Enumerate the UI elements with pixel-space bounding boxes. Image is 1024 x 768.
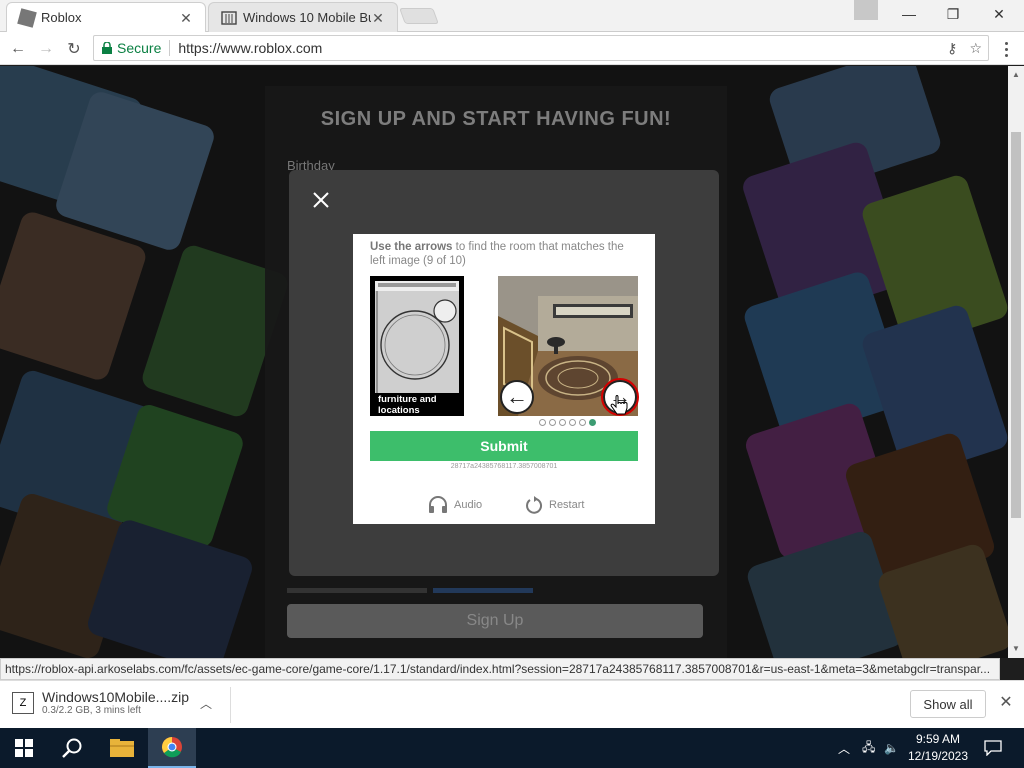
captcha-instruction: Use the arrows to find the room that mat… (370, 240, 642, 268)
progress-dot (579, 419, 586, 426)
tab-label: Roblox (41, 10, 82, 25)
hand-cursor-icon (610, 395, 628, 415)
rug-outline-image (375, 281, 459, 393)
lock-icon (102, 42, 112, 54)
chrome-taskbar-button[interactable] (148, 728, 196, 768)
download-item[interactable]: Z Windows10Mobile....zip 0.3/2.2 GB, 3 m… (12, 689, 189, 716)
close-download-bar-icon[interactable]: ✕ (998, 695, 1014, 711)
menu-icon[interactable] (998, 37, 1014, 61)
captcha-frame: Use the arrows to find the room that mat… (353, 234, 655, 524)
chevron-up-icon[interactable]: ︿ (200, 695, 214, 711)
divider (169, 40, 171, 56)
taskbar-clock[interactable]: 9:59 AM 12/19/2023 (900, 731, 976, 765)
search-button[interactable] (48, 728, 96, 768)
tab-label: Windows 10 Mobile Buil (243, 10, 371, 25)
headphones-icon (429, 496, 447, 513)
submit-button[interactable]: Submit (370, 431, 638, 461)
tab-strip: Roblox ✕ Windows 10 Mobile Buil ✕ — ❐ ✕ (0, 0, 1024, 32)
sign-up-button[interactable]: Sign Up (287, 604, 703, 638)
session-id: 28717a24385768117.3857008701 (450, 463, 558, 470)
reference-image: furniture and locations (370, 276, 464, 416)
download-progress: 0.3/2.2 GB, 3 mins left (42, 705, 141, 716)
close-tab-icon[interactable]: ✕ (179, 11, 193, 25)
restart-icon (526, 496, 543, 514)
progress-dots (539, 419, 596, 426)
browser-toolbar: ← → ↻ Secure https://www.roblox.com ⚷ ☆ (0, 32, 1024, 65)
tab-windows-10-mobile[interactable]: Windows 10 Mobile Buil ✕ (208, 2, 398, 32)
clock-date: 12/19/2023 (907, 749, 969, 763)
search-icon (62, 738, 82, 758)
folder-icon (110, 739, 134, 757)
show-all-button[interactable]: Show all (910, 690, 986, 718)
bookmark-star-icon[interactable]: ☆ (969, 40, 982, 57)
scrollbar-thumb[interactable] (1011, 132, 1021, 518)
audio-label: Audio (454, 499, 483, 511)
roblox-favicon-icon (17, 7, 37, 28)
previous-arrow-button[interactable]: ← (500, 380, 534, 414)
progress-dot (589, 419, 596, 426)
restart-button[interactable]: Restart (525, 496, 584, 514)
vertical-scrollbar[interactable]: ▲ ▼ (1008, 66, 1024, 658)
taskbar: ︿ 🖧 🔈 9:59 AM 12/19/2023 (0, 728, 1024, 768)
download-bar: Z Windows10Mobile....zip 0.3/2.2 GB, 3 m… (0, 680, 1024, 728)
secure-label: Secure (117, 40, 162, 56)
tab-roblox[interactable]: Roblox ✕ (6, 2, 206, 32)
url-text[interactable]: https://www.roblox.com (178, 40, 322, 56)
chrome-icon (162, 737, 182, 758)
close-window-icon[interactable]: ✕ (976, 0, 1022, 28)
forward-arrow-icon[interactable]: → (34, 37, 58, 61)
signup-title: SIGN UP AND START HAVING FUN! (320, 108, 672, 130)
divider (230, 687, 231, 723)
notifications-icon[interactable] (984, 728, 1002, 768)
close-tab-icon[interactable]: ✕ (371, 11, 385, 25)
show-hidden-icons[interactable]: ︿ (838, 728, 850, 768)
download-filename: Windows10Mobile....zip (42, 689, 190, 705)
audio-button[interactable]: Audio (428, 496, 482, 514)
back-arrow-icon[interactable]: ← (6, 37, 30, 61)
start-button[interactable] (0, 728, 48, 768)
instruction-emphasis: Use the arrows (370, 241, 453, 253)
reload-icon[interactable]: ↻ (62, 37, 86, 61)
reference-caption: furniture and locations (378, 394, 437, 416)
progress-dot (559, 419, 566, 426)
clock-time: 9:59 AM (915, 732, 961, 746)
scroll-up-icon[interactable]: ▲ (1012, 70, 1020, 79)
progress-dot (569, 419, 576, 426)
reference-drawing (375, 281, 459, 393)
windows-logo-icon (15, 739, 33, 757)
restart-label: Restart (549, 499, 585, 511)
maximize-icon[interactable]: ❐ (930, 0, 976, 28)
new-tab-button[interactable] (399, 8, 439, 24)
profile-icon[interactable] (854, 0, 878, 20)
status-url: https://roblox-api.arkoselabs.com/fc/ass… (0, 658, 1000, 680)
zip-file-icon: Z (12, 691, 34, 714)
scroll-down-icon[interactable]: ▼ (1012, 644, 1020, 653)
volume-muted-icon[interactable]: 🔈 (884, 728, 899, 768)
address-bar[interactable]: Secure https://www.roblox.com ⚷ ☆ (93, 35, 989, 61)
key-icon[interactable]: ⚷ (947, 40, 957, 57)
close-icon[interactable] (309, 188, 333, 212)
building-favicon-icon (221, 10, 237, 25)
terms-text (287, 588, 533, 593)
progress-dot (539, 419, 546, 426)
file-explorer-button[interactable] (98, 728, 146, 768)
minimize-icon[interactable]: — (886, 0, 932, 28)
network-icon[interactable]: 🖧 (862, 728, 875, 768)
progress-dot (549, 419, 556, 426)
